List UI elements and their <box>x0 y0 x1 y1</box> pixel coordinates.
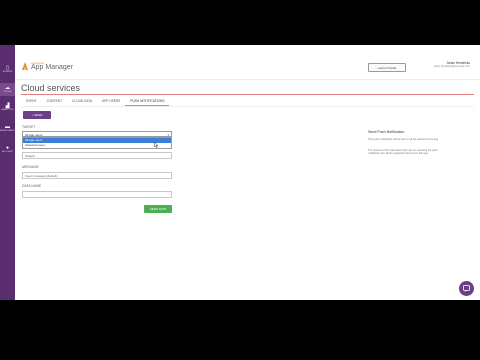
app-window: ▯ MY APPS ☁ CLOUD ▟ ANALYTICS ▬ MONETIZA… <box>0 45 480 300</box>
help-title: Send Push Notification <box>368 130 405 134</box>
sidebar-item-cloud[interactable]: ☁ CLOUD <box>0 83 15 96</box>
tabs-divider <box>21 106 474 107</box>
message-field[interactable]: Insert message (default) <box>22 172 172 179</box>
logo-icon <box>22 62 28 70</box>
dropdown-option-selected-users[interactable]: Selected users <box>23 143 171 148</box>
tab-push-notifications[interactable]: PUSH NOTIFICATIONS <box>125 97 170 106</box>
title-divider <box>21 94 474 95</box>
sidebar: ▯ MY APPS ☁ CLOUD ▟ ANALYTICS ▬ MONETIZA… <box>0 45 17 300</box>
send-now-label: SEND NOW <box>149 207 167 211</box>
user-email: johan.hendricks@example.com <box>433 65 470 68</box>
sidebar-item-label: MONETIZATION <box>0 130 17 132</box>
sidebar-item-label: CLOUD <box>3 91 12 93</box>
sidebar-item-analytics[interactable]: ▟ ANALYTICS <box>0 103 15 112</box>
tab-event[interactable]: EVENT <box>21 97 42 105</box>
sidebar-item-account[interactable]: ● ACCOUNT <box>0 145 15 154</box>
sidebar-item-label: ACCOUNT <box>2 151 13 153</box>
message-field-placeholder: Insert message (default) <box>25 174 58 178</box>
tab-content[interactable]: CONTENT <box>42 97 67 105</box>
send-now-button[interactable]: SEND NOW <box>144 205 172 213</box>
sidebar-item-monetization[interactable]: ▬ MONETIZATION <box>0 124 17 133</box>
sidebar-item-label: MY APPS <box>2 71 13 73</box>
sidebar-item-label: ANALYTICS <box>1 109 14 111</box>
help-text-2: The amount of the total users that may b… <box>368 149 438 156</box>
mouse-cursor-icon <box>154 142 159 148</box>
data-name-field[interactable] <box>22 191 172 198</box>
target-label: TARGET <box>22 125 36 129</box>
page-title: Cloud services <box>21 83 81 93</box>
app-name: App Manager <box>31 64 74 71</box>
guide-button-label: Launch Guide <box>377 65 397 70</box>
chat-icon <box>463 285 470 292</box>
tab-bar: EVENT CONTENT CLOUD DATA APP USERS PUSH … <box>21 97 170 106</box>
launch-guide-button[interactable]: Launch Guide <box>368 63 406 72</box>
send-button[interactable]: + SEND <box>23 111 51 119</box>
target-dropdown: All app users Selected users <box>22 137 172 149</box>
sidebar-item-my-apps[interactable]: ▯ MY APPS <box>0 65 15 74</box>
subject-field[interactable]: Subject <box>22 152 172 159</box>
top-bar <box>15 45 480 80</box>
tab-app-users[interactable]: APP USERS <box>97 97 125 105</box>
data-name-label: DATA NAME <box>22 184 42 188</box>
tab-cloud-data[interactable]: CLOUD DATA <box>67 97 97 105</box>
message-label: MESSAGE <box>22 165 39 169</box>
subject-field-value: Subject <box>25 154 36 158</box>
chat-button[interactable] <box>459 281 474 296</box>
help-text-1: This push notification will be sent to a… <box>368 138 439 141</box>
